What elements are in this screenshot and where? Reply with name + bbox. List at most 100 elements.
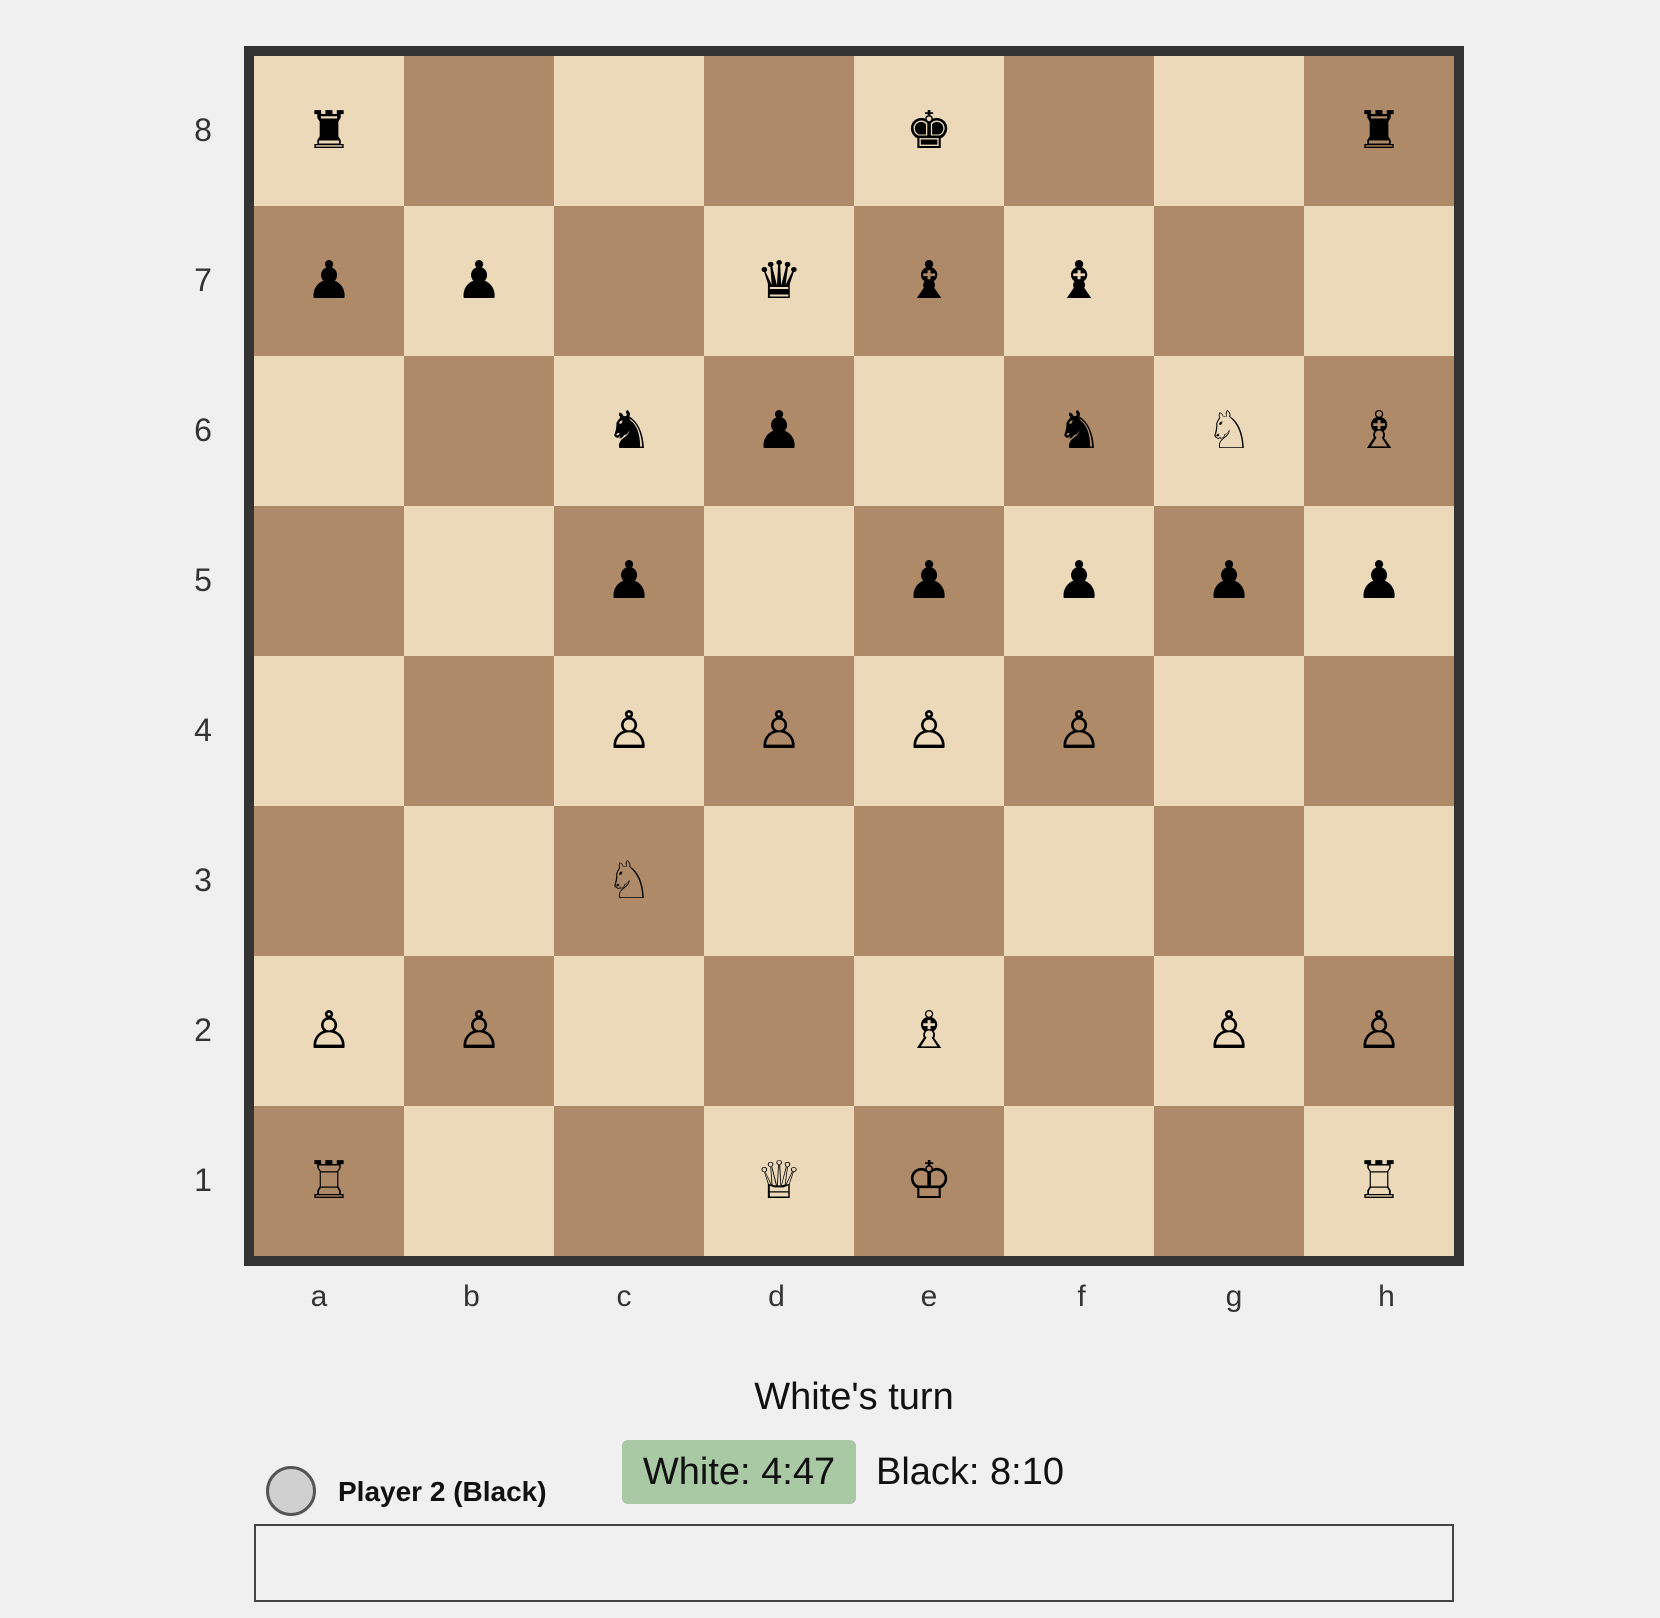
chess-piece[interactable]: ♙: [756, 705, 803, 757]
square-h8[interactable]: ♜: [1304, 56, 1454, 206]
chess-piece[interactable]: ♟: [1206, 555, 1253, 607]
chess-piece[interactable]: ♗: [1356, 405, 1403, 457]
square-h2[interactable]: ♙: [1304, 956, 1454, 1106]
square-b2[interactable]: ♙: [404, 956, 554, 1106]
square-d5[interactable]: [704, 506, 854, 656]
square-b7[interactable]: ♟: [404, 206, 554, 356]
square-a2[interactable]: ♙: [254, 956, 404, 1106]
chess-piece[interactable]: ♟: [456, 255, 503, 307]
square-e6[interactable]: [854, 356, 1004, 506]
chess-piece[interactable]: ♝: [906, 255, 953, 307]
chess-piece[interactable]: ♟: [606, 555, 653, 607]
square-e8[interactable]: ♚: [854, 56, 1004, 206]
square-a5[interactable]: [254, 506, 404, 656]
square-d7[interactable]: ♛: [704, 206, 854, 356]
square-b4[interactable]: [404, 656, 554, 806]
square-g7[interactable]: [1154, 206, 1304, 356]
square-g2[interactable]: ♙: [1154, 956, 1304, 1106]
square-a6[interactable]: [254, 356, 404, 506]
square-f7[interactable]: ♝: [1004, 206, 1154, 356]
chess-piece[interactable]: ♙: [1206, 1005, 1253, 1057]
square-h3[interactable]: [1304, 806, 1454, 956]
square-e1[interactable]: ♔: [854, 1106, 1004, 1256]
square-f4[interactable]: ♙: [1004, 656, 1154, 806]
square-b5[interactable]: [404, 506, 554, 656]
square-d4[interactable]: ♙: [704, 656, 854, 806]
square-g6[interactable]: ♘: [1154, 356, 1304, 506]
square-c1[interactable]: [554, 1106, 704, 1256]
square-h7[interactable]: [1304, 206, 1454, 356]
square-a4[interactable]: [254, 656, 404, 806]
square-c7[interactable]: [554, 206, 704, 356]
square-c4[interactable]: ♙: [554, 656, 704, 806]
player-avatar: [266, 1466, 316, 1516]
rank-label: 3: [194, 862, 212, 898]
square-d2[interactable]: [704, 956, 854, 1106]
chess-piece[interactable]: ♕: [756, 1155, 803, 1207]
chess-piece[interactable]: ♟: [756, 405, 803, 457]
chess-piece[interactable]: ♔: [906, 1155, 953, 1207]
chess-piece[interactable]: ♙: [1056, 705, 1103, 757]
chess-piece[interactable]: ♟: [1356, 555, 1403, 607]
chess-piece[interactable]: ♗: [906, 1005, 953, 1057]
square-c5[interactable]: ♟: [554, 506, 704, 656]
chess-piece[interactable]: ♜: [1356, 105, 1403, 157]
chess-piece[interactable]: ♙: [906, 705, 953, 757]
chess-piece[interactable]: ♘: [1206, 405, 1253, 457]
square-g5[interactable]: ♟: [1154, 506, 1304, 656]
square-g4[interactable]: [1154, 656, 1304, 806]
square-f3[interactable]: [1004, 806, 1154, 956]
square-e5[interactable]: ♟: [854, 506, 1004, 656]
chess-piece[interactable]: ♙: [1356, 1005, 1403, 1057]
square-g8[interactable]: [1154, 56, 1304, 206]
chess-piece[interactable]: ♖: [306, 1155, 353, 1207]
square-f5[interactable]: ♟: [1004, 506, 1154, 656]
square-d3[interactable]: [704, 806, 854, 956]
player-name: Player 2 (Black): [338, 1476, 547, 1507]
square-e2[interactable]: ♗: [854, 956, 1004, 1106]
square-a3[interactable]: [254, 806, 404, 956]
chess-piece[interactable]: ♚: [906, 105, 953, 157]
square-h4[interactable]: [1304, 656, 1454, 806]
square-e4[interactable]: ♙: [854, 656, 1004, 806]
chat-input[interactable]: [254, 1524, 1454, 1602]
chess-piece[interactable]: ♟: [906, 555, 953, 607]
square-g1[interactable]: [1154, 1106, 1304, 1256]
chess-piece[interactable]: ♟: [306, 255, 353, 307]
square-a1[interactable]: ♖: [254, 1106, 404, 1256]
square-c2[interactable]: [554, 956, 704, 1106]
square-b6[interactable]: [404, 356, 554, 506]
chess-piece[interactable]: ♖: [1356, 1155, 1403, 1207]
chess-piece[interactable]: ♛: [756, 255, 803, 307]
square-f1[interactable]: [1004, 1106, 1154, 1256]
chess-piece[interactable]: ♙: [606, 705, 653, 757]
square-d6[interactable]: ♟: [704, 356, 854, 506]
square-d1[interactable]: ♕: [704, 1106, 854, 1256]
square-h1[interactable]: ♖: [1304, 1106, 1454, 1256]
square-e3[interactable]: [854, 806, 1004, 956]
square-f2[interactable]: [1004, 956, 1154, 1106]
square-e7[interactable]: ♝: [854, 206, 1004, 356]
square-b1[interactable]: [404, 1106, 554, 1256]
square-h6[interactable]: ♗: [1304, 356, 1454, 506]
chess-piece[interactable]: ♟: [1056, 555, 1103, 607]
square-a8[interactable]: ♜: [254, 56, 404, 206]
chess-piece[interactable]: ♞: [606, 405, 653, 457]
square-d8[interactable]: [704, 56, 854, 206]
chess-piece[interactable]: ♝: [1056, 255, 1103, 307]
chess-piece[interactable]: ♞: [1056, 405, 1103, 457]
square-c3[interactable]: ♘: [554, 806, 704, 956]
square-f6[interactable]: ♞: [1004, 356, 1154, 506]
square-c8[interactable]: [554, 56, 704, 206]
square-g3[interactable]: [1154, 806, 1304, 956]
chess-piece[interactable]: ♙: [456, 1005, 503, 1057]
square-c6[interactable]: ♞: [554, 356, 704, 506]
chess-piece[interactable]: ♙: [306, 1005, 353, 1057]
square-b3[interactable]: [404, 806, 554, 956]
square-f8[interactable]: [1004, 56, 1154, 206]
chess-piece[interactable]: ♜: [306, 105, 353, 157]
square-a7[interactable]: ♟: [254, 206, 404, 356]
square-h5[interactable]: ♟: [1304, 506, 1454, 656]
chess-piece[interactable]: ♘: [606, 855, 653, 907]
square-b8[interactable]: [404, 56, 554, 206]
